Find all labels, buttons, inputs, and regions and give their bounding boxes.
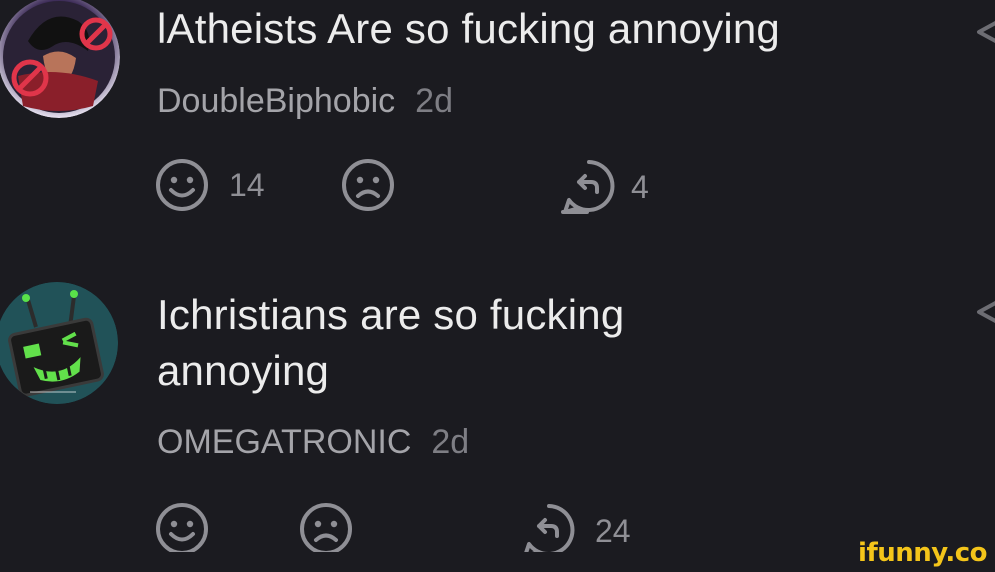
reply-count: 4 — [631, 168, 649, 205]
avatar[interactable] — [0, 0, 120, 118]
share-icon[interactable] — [975, 12, 995, 52]
username-link[interactable]: OMEGATRONIC — [157, 423, 411, 461]
avatar-image — [0, 0, 120, 118]
smile-button[interactable]: 14 — [155, 158, 265, 212]
share-icon[interactable] — [975, 292, 995, 332]
smile-icon — [156, 159, 208, 211]
frown-button[interactable] — [299, 502, 373, 556]
smile-icon — [156, 503, 208, 555]
reply-icon — [561, 160, 615, 214]
ifunny-watermark: ifunny.co — [858, 538, 987, 568]
reply-count: 24 — [595, 512, 631, 549]
timestamp: 2d — [431, 423, 470, 461]
avatar[interactable] — [0, 282, 118, 404]
bottom-strip — [0, 552, 995, 572]
comment-meta: DoubleBiphobic 2d — [157, 82, 453, 121]
frown-button[interactable] — [341, 158, 415, 212]
avatar-image — [0, 282, 118, 404]
comment-text: lAtheists Are so fucking annoying — [157, 5, 780, 52]
comment-text: Ichristians are so fucking annoying — [157, 291, 625, 394]
timestamp: 2d — [415, 82, 453, 120]
frown-icon — [300, 503, 352, 555]
smile-button[interactable] — [155, 502, 229, 556]
frown-icon — [342, 159, 394, 211]
smile-count: 14 — [229, 166, 265, 203]
reply-button[interactable]: 4 — [561, 158, 649, 216]
comment-meta: OMEGATRONIC 2d — [157, 423, 469, 462]
username-link[interactable]: DoubleBiphobic — [157, 82, 395, 120]
